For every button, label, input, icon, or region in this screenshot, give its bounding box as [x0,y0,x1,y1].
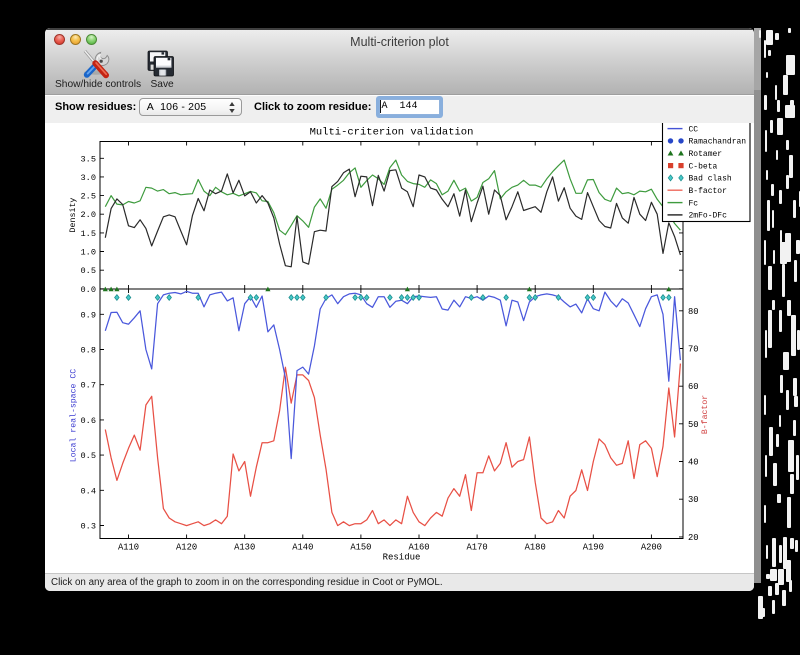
svg-text:3.5: 3.5 [81,154,96,164]
svg-text:3.0: 3.0 [81,173,96,183]
svg-text:0.4: 0.4 [81,486,96,496]
svg-text:60: 60 [688,382,699,392]
svg-text:70: 70 [688,345,699,355]
svg-text:A160: A160 [408,543,429,553]
svg-text:B-factor: B-factor [700,395,710,434]
svg-text:Residue: Residue [383,553,421,563]
svg-text:A190: A190 [583,543,604,553]
svg-text:0.0: 0.0 [81,285,96,295]
svg-text:40: 40 [688,458,699,468]
svg-text:2mFo-DFc: 2mFo-DFc [689,212,728,221]
svg-text:Rotamer: Rotamer [689,150,723,159]
svg-text:Multi-criterion validation: Multi-criterion validation [310,127,474,139]
svg-text:1.5: 1.5 [81,229,96,239]
svg-text:Ramachandran: Ramachandran [689,138,747,147]
svg-text:2.0: 2.0 [81,210,96,220]
svg-text:Local real-space CC: Local real-space CC [69,369,79,462]
svg-text:0.7: 0.7 [81,381,96,391]
svg-text:0.5: 0.5 [81,266,96,276]
svg-text:A120: A120 [176,543,197,553]
svg-text:Bad clash: Bad clash [689,175,732,184]
svg-text:A180: A180 [525,543,546,553]
svg-text:20: 20 [688,533,699,543]
svg-text:A110: A110 [118,543,139,553]
svg-text:0.8: 0.8 [81,346,96,356]
svg-text:C-beta: C-beta [689,162,718,171]
svg-text:30: 30 [688,495,699,505]
svg-text:0.9: 0.9 [81,310,96,320]
svg-text:A140: A140 [292,543,313,553]
svg-text:50: 50 [688,420,699,430]
svg-text:80: 80 [688,307,699,317]
svg-text:0.3: 0.3 [81,522,96,532]
svg-text:A170: A170 [467,543,488,553]
svg-text:Fc: Fc [689,199,699,208]
svg-text:0.6: 0.6 [81,416,96,426]
svg-text:B-factor: B-factor [689,187,728,196]
svg-text:Density: Density [68,198,78,233]
svg-text:A130: A130 [234,543,255,553]
svg-text:CC: CC [689,125,699,134]
svg-text:1.0: 1.0 [81,248,96,258]
svg-text:A200: A200 [641,543,662,553]
svg-text:0.5: 0.5 [81,451,96,461]
svg-text:A150: A150 [350,543,371,553]
svg-text:2.5: 2.5 [81,192,96,202]
